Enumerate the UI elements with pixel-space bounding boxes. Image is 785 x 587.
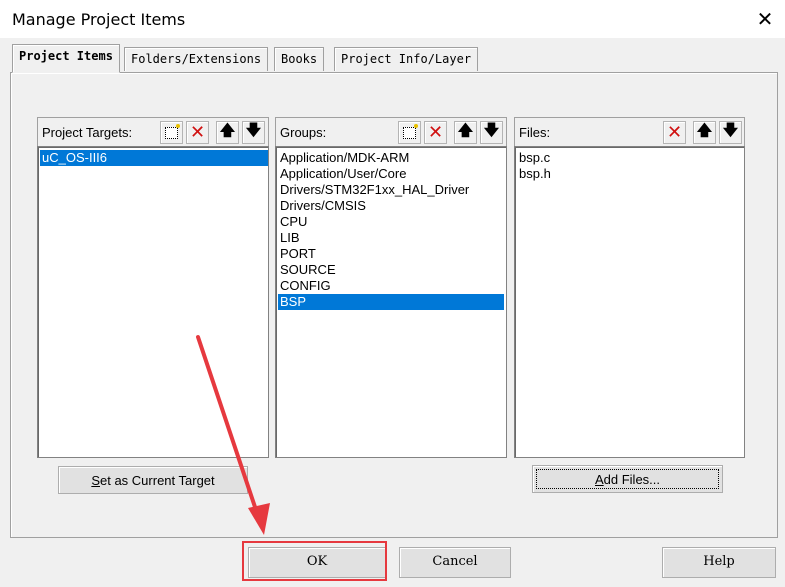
- new-group-button[interactable]: [398, 121, 421, 144]
- files-label: Files:: [519, 125, 551, 140]
- list-item[interactable]: LIB: [278, 230, 504, 246]
- focus-rect: [536, 469, 719, 489]
- list-item[interactable]: bsp.c: [517, 150, 742, 166]
- list-item[interactable]: CPU: [278, 214, 504, 230]
- tab-project-items[interactable]: Project Items: [12, 44, 120, 73]
- cancel-button[interactable]: Cancel: [399, 547, 511, 578]
- move-down-icon: 🡇: [483, 121, 500, 139]
- files-list[interactable]: bsp.c bsp.h: [514, 146, 745, 458]
- delete-group-button[interactable]: ✕: [424, 121, 447, 144]
- groups-header: Groups: ✕ 🡅 🡇: [275, 117, 507, 146]
- delete-icon: ✕: [427, 122, 444, 143]
- groups-list[interactable]: Application/MDK-ARM Application/User/Cor…: [275, 146, 507, 458]
- move-down-icon: 🡇: [722, 121, 739, 139]
- move-down-icon: 🡇: [245, 121, 262, 139]
- groups-label: Groups:: [280, 125, 327, 140]
- list-item[interactable]: uC_OS-III6: [40, 150, 268, 166]
- move-target-down-button[interactable]: 🡇: [242, 121, 265, 144]
- set-as-current-target-button[interactable]: Set as Current Target: [58, 466, 248, 494]
- move-group-down-button[interactable]: 🡇: [480, 121, 503, 144]
- help-button[interactable]: Help: [662, 547, 776, 578]
- window-title: Manage Project Items: [12, 10, 186, 29]
- close-icon[interactable]: ✕: [752, 6, 778, 32]
- list-item[interactable]: bsp.h: [517, 166, 742, 182]
- delete-icon: ✕: [189, 122, 206, 143]
- move-target-up-button[interactable]: 🡅: [216, 121, 239, 144]
- move-up-icon: 🡅: [457, 121, 474, 139]
- tab-folders-extensions[interactable]: Folders/Extensions: [124, 47, 269, 71]
- list-item[interactable]: Application/User/Core: [278, 166, 504, 182]
- list-item[interactable]: CONFIG: [278, 278, 504, 294]
- tab-project-info-layer[interactable]: Project Info/Layer: [334, 47, 479, 71]
- delete-icon: ✕: [666, 122, 683, 143]
- move-file-down-button[interactable]: 🡇: [719, 121, 742, 144]
- list-item[interactable]: Application/MDK-ARM: [278, 150, 504, 166]
- delete-target-button[interactable]: ✕: [186, 121, 209, 144]
- move-file-up-button[interactable]: 🡅: [693, 121, 716, 144]
- move-up-icon: 🡅: [219, 121, 236, 139]
- list-item[interactable]: Drivers/CMSIS: [278, 198, 504, 214]
- new-icon: [403, 123, 418, 139]
- move-group-up-button[interactable]: 🡅: [454, 121, 477, 144]
- files-header: Files: ✕ 🡅 🡇: [514, 117, 745, 146]
- tab-books[interactable]: Books: [274, 47, 325, 71]
- annotation-highlight-box: [242, 541, 387, 581]
- targets-label: Project Targets:: [42, 125, 133, 140]
- list-item[interactable]: SOURCE: [278, 262, 504, 278]
- delete-file-button[interactable]: ✕: [663, 121, 686, 144]
- targets-header: Project Targets: ✕ 🡅 🡇: [37, 117, 269, 146]
- targets-list[interactable]: uC_OS-III6: [37, 146, 269, 458]
- move-up-icon: 🡅: [696, 121, 713, 139]
- add-files-button[interactable]: Add Files...: [532, 465, 723, 493]
- new-icon: [165, 123, 180, 139]
- new-target-button[interactable]: [160, 121, 183, 144]
- title-bar: Manage Project Items ✕: [0, 0, 785, 38]
- list-item[interactable]: BSP: [278, 294, 504, 310]
- list-item[interactable]: Drivers/STM32F1xx_HAL_Driver: [278, 182, 504, 198]
- list-item[interactable]: PORT: [278, 246, 504, 262]
